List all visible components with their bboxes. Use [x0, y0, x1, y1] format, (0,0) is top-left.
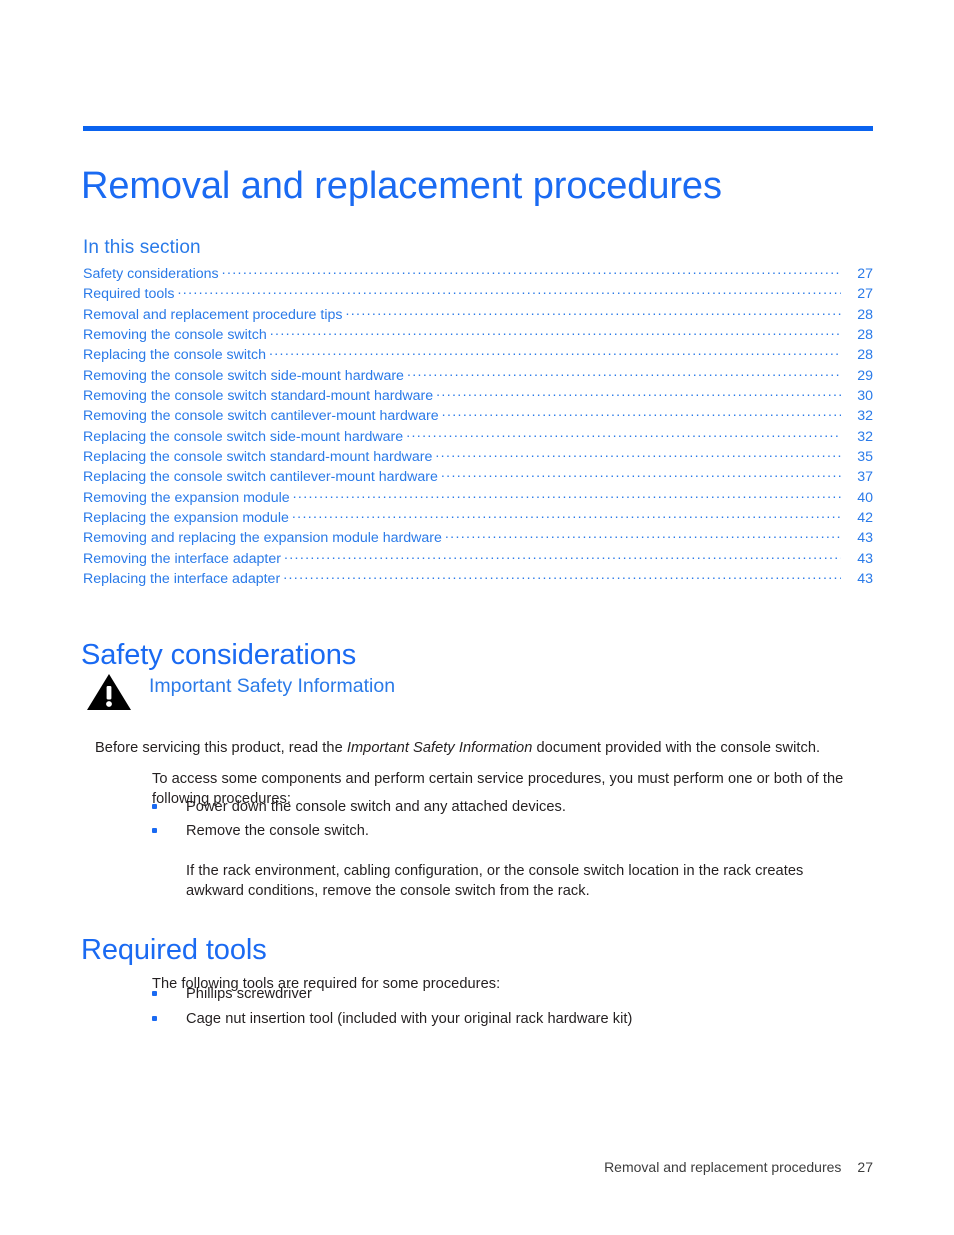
toc-leader-dots [442, 406, 841, 420]
toc-leader-dots [178, 284, 842, 298]
toc-entry[interactable]: Safety considerations 27 [83, 264, 873, 284]
toc-leader-dots [407, 366, 841, 380]
toc-entry-label: Safety considerations [83, 266, 219, 282]
toc-leader-dots [436, 386, 841, 400]
toc-entry-label: Replacing the console switch cantilever-… [83, 469, 438, 486]
toc-entry[interactable]: Removing the console switch cantilever-m… [83, 406, 873, 426]
toc-entry-label: Removing and replacing the expansion mod… [83, 530, 442, 547]
list-item-label: Power down the console switch and any at… [186, 799, 566, 815]
footer-chapter-label: Removal and replacement procedures [604, 1159, 842, 1175]
safety-intro-after: document provided with the console switc… [532, 739, 821, 756]
toc-entry-page-number: 43 [857, 530, 873, 547]
list-item: Phillips screwdriver [152, 984, 852, 1004]
title-rule [83, 126, 873, 131]
page-footer: Removal and replacement procedures 27 [83, 1158, 873, 1177]
toc-entry-page-number: 43 [857, 550, 873, 567]
toc-entry-label: Replacing the console switch side-mount … [83, 428, 404, 445]
toc-entry-label: Removing the expansion module [83, 489, 290, 506]
list-item: Remove the console switch. [152, 821, 852, 841]
bullet-dot-icon [152, 804, 157, 809]
safety-intro-paragraph: Before servicing this product, read the … [95, 738, 885, 758]
toc-entry[interactable]: Replacing the console switch side-mount … [83, 427, 873, 447]
toc-entry[interactable]: Removing and replacing the expansion mod… [83, 528, 873, 548]
section-heading-required-tools: Required tools [81, 934, 267, 967]
toc-leader-dots [269, 345, 841, 359]
document-page: Removal and replacement procedures In th… [0, 0, 954, 1235]
toc-entry-page-number: 28 [857, 306, 873, 323]
toc-entry[interactable]: Removal and replacement procedure tips 28 [83, 305, 873, 325]
toc-entry-label: Removing the interface adapter [83, 550, 281, 567]
section-heading-safety: Safety considerations [81, 639, 357, 672]
toc-entry-label: Removing the console switch standard-mou… [83, 388, 434, 405]
toc-entry-page-number: 28 [857, 327, 873, 344]
important-safety-information-block: Important Safety Information [83, 670, 873, 712]
toc-entry[interactable]: Removing the expansion module 40 [83, 488, 873, 508]
toc-entry-page-number: 29 [857, 367, 873, 384]
toc-entry-page-number: 35 [857, 449, 873, 466]
table-of-contents: Safety considerations27Required tools27R… [83, 264, 873, 590]
safety-intro-italic: Important Safety Information [346, 739, 533, 756]
toc-leader-dots [283, 569, 841, 583]
toc-entry-page-number: 37 [857, 469, 873, 486]
toc-entry-page-number: 32 [857, 408, 873, 425]
toc-entry[interactable]: Removing the interface adapter 43 [83, 549, 873, 569]
page-title: Removal and replacement procedures [81, 165, 722, 208]
list-item-label: Cage nut insertion tool (included with y… [186, 1011, 633, 1027]
bullet-dot-icon [152, 1016, 157, 1021]
toc-leader-dots [445, 528, 841, 542]
toc-entry-label: Removing the console switch side-mount h… [83, 367, 404, 384]
toc-entry-label: Replacing the console switch [83, 347, 266, 364]
toc-leader-dots [222, 264, 841, 278]
toc-entry-page-number: 40 [857, 489, 873, 506]
toc-entry[interactable]: Replacing the console switch cantilever-… [83, 467, 873, 487]
toc-entry-page-number: 42 [857, 510, 873, 527]
toc-leader-dots [435, 447, 841, 461]
list-item-label: Remove the console switch. [186, 823, 369, 839]
toc-entry-page-number: 27 [857, 266, 873, 282]
toc-leader-dots [441, 467, 841, 481]
toc-entry-label: Required tools [83, 286, 175, 303]
toc-entry-label: Replacing the expansion module [83, 510, 289, 527]
toc-heading: In this section [83, 237, 201, 258]
toc-entry[interactable]: Replacing the expansion module 42 [83, 508, 873, 528]
toc-entry-page-number: 28 [857, 347, 873, 364]
warning-title: Important Safety Information [149, 675, 396, 697]
footer-page-number: 27 [857, 1159, 873, 1175]
list-item-label: Phillips screwdriver [186, 986, 312, 1002]
toc-entry[interactable]: Required tools 27 [83, 284, 873, 304]
toc-leader-dots [284, 549, 841, 563]
toc-leader-dots [406, 427, 841, 441]
bullet-dot-icon [152, 828, 157, 833]
toc-entry[interactable]: Replacing the console switch 28 [83, 345, 873, 365]
toc-leader-dots [270, 325, 841, 339]
toc-entry-page-number: 32 [857, 428, 873, 445]
toc-entry-label: Removal and replacement procedure tips [83, 306, 343, 323]
toc-leader-dots [292, 508, 841, 522]
toc-entry[interactable]: Removing the console switch side-mount h… [83, 366, 873, 386]
toc-entry[interactable]: Removing the console switch standard-mou… [83, 386, 873, 406]
toc-leader-dots [345, 305, 841, 319]
bullet-dot-icon [152, 991, 157, 996]
toc-entry-label: Replacing the console switch standard-mo… [83, 449, 433, 466]
toc-leader-dots [293, 488, 841, 502]
toc-entry-page-number: 43 [857, 571, 873, 588]
toc-entry-label: Removing the console switch cantilever-m… [83, 408, 439, 425]
toc-entry-label: Replacing the interface adapter [83, 571, 281, 588]
warning-triangle-icon [85, 672, 133, 712]
toc-entry[interactable]: Removing the console switch 28 [83, 325, 873, 345]
toc-entry[interactable]: Replacing the console switch standard-mo… [83, 447, 873, 467]
safety-rack-note: If the rack environment, cabling configu… [186, 862, 804, 899]
toc-entry[interactable]: Replacing the interface adapter 43 [83, 569, 873, 589]
list-item: Power down the console switch and any at… [152, 797, 852, 817]
toc-entry-label: Removing the console switch [83, 327, 267, 344]
safety-intro-before: Before servicing this product, read the [95, 739, 347, 756]
list-item: Cage nut insertion tool (included with y… [152, 1009, 852, 1029]
toc-entry-page-number: 30 [857, 388, 873, 405]
toc-entry-page-number: 27 [857, 286, 873, 303]
